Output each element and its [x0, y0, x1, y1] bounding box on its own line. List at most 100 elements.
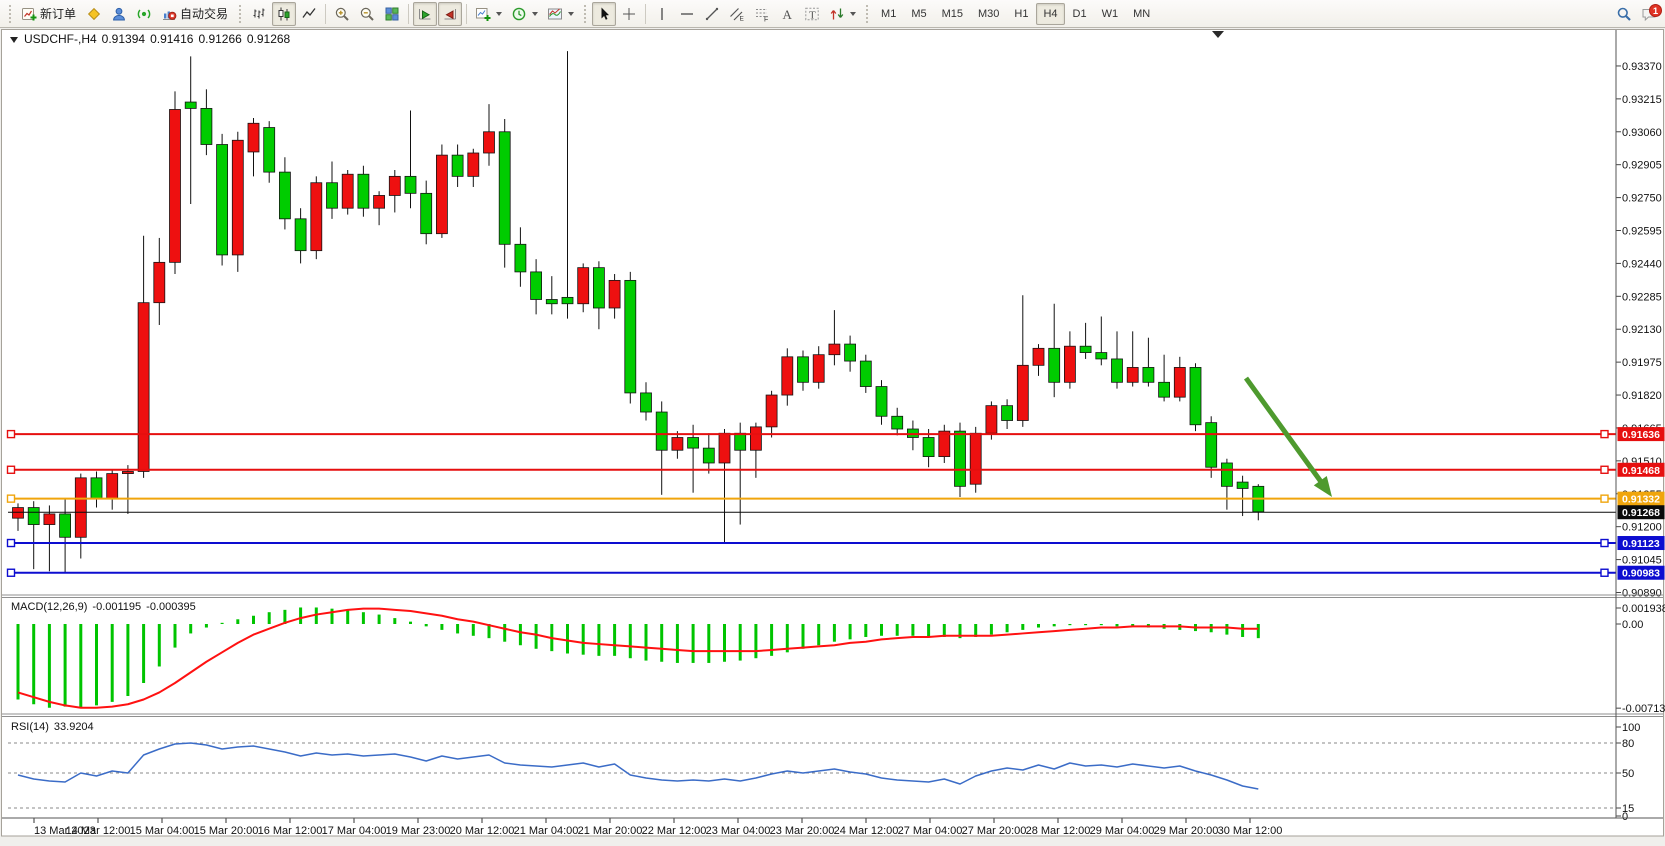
- timeframe-m5-button[interactable]: M5: [904, 3, 933, 25]
- candle-body: [766, 395, 777, 427]
- svg-text:T: T: [809, 9, 816, 21]
- bar-chart-mode-button[interactable]: [247, 2, 271, 26]
- search-button[interactable]: [1612, 2, 1636, 26]
- price-tick-label: 0.92595: [1622, 225, 1662, 237]
- new-chart-icon: [475, 6, 491, 22]
- line-handle[interactable]: [1601, 495, 1608, 502]
- autotrading-label: 自动交易: [180, 5, 229, 22]
- candle-body: [217, 145, 228, 255]
- new-chart-button[interactable]: [471, 2, 506, 26]
- dropdown-caret-icon: [568, 12, 574, 16]
- main-toolbar: 新订单 自动交易 EFA T M1M5M15M30H1H4D1W1MN 1: [0, 0, 1665, 28]
- chart-shift-icon: [442, 6, 458, 22]
- line-handle[interactable]: [8, 431, 15, 438]
- macd-indicator-label: MACD(12,26,9)-0.001195-0.000395: [11, 601, 196, 613]
- symbol-marker-icon: [10, 37, 18, 43]
- candle-body: [484, 132, 495, 153]
- price-tick-label: 0.92285: [1622, 291, 1662, 303]
- line-handle[interactable]: [8, 569, 15, 576]
- equidistant-channel-tool-button[interactable]: E: [725, 2, 749, 26]
- timeframe-m30-button[interactable]: M30: [971, 3, 1006, 25]
- fibonacci-tool-button[interactable]: F: [750, 2, 774, 26]
- toolbar-grip: [238, 4, 242, 24]
- auto-scroll-button[interactable]: [413, 2, 437, 26]
- candle-body: [562, 297, 573, 303]
- autotrading-button[interactable]: 自动交易: [157, 2, 233, 26]
- text-icon: A: [779, 6, 795, 22]
- line-chart-mode-button[interactable]: [297, 2, 321, 26]
- dropdown-caret-icon: [532, 12, 538, 16]
- candle-body: [279, 172, 290, 219]
- time-tick-label: 15 Mar 20:00: [194, 825, 259, 837]
- candle-body: [1206, 423, 1217, 468]
- line-handle[interactable]: [8, 466, 15, 473]
- price-tick-label: 0.91820: [1622, 390, 1662, 402]
- metaeditor-button[interactable]: [82, 2, 106, 26]
- timeframe-d1-button[interactable]: D1: [1066, 3, 1094, 25]
- line-handle[interactable]: [1601, 540, 1608, 547]
- candle-body: [60, 514, 71, 537]
- cursor-icon: [596, 6, 612, 22]
- macd-signal-value: -0.000395: [146, 601, 196, 613]
- candle-body: [672, 437, 683, 450]
- candle-body: [782, 357, 793, 395]
- chart-periods-button[interactable]: [507, 2, 542, 26]
- market-profile-button[interactable]: [107, 2, 131, 26]
- new-order-label: 新订单: [40, 5, 77, 22]
- candle-body: [1159, 382, 1170, 397]
- candle-body: [468, 153, 479, 176]
- timeframe-mn-button[interactable]: MN: [1126, 3, 1157, 25]
- macd-axis-label: 0.00: [1622, 619, 1643, 631]
- candle-body: [1143, 367, 1154, 382]
- price-tick-label: 0.91045: [1622, 555, 1662, 567]
- candle-body: [970, 433, 981, 484]
- trend-line-tool-button[interactable]: [700, 2, 724, 26]
- toolbar-separator: [466, 4, 467, 24]
- chart-title[interactable]: USDCHF-,H40.913940.914160.912660.91268: [10, 32, 290, 46]
- price-tick-label: 0.92750: [1622, 193, 1662, 205]
- tile-windows-button[interactable]: [380, 2, 404, 26]
- metaeditor-icon: [86, 6, 102, 22]
- label-icon: T: [804, 6, 820, 22]
- line-handle[interactable]: [8, 540, 15, 547]
- arrows-tool-button[interactable]: [825, 2, 860, 26]
- line-handle[interactable]: [1601, 431, 1608, 438]
- candle-body: [264, 128, 275, 173]
- cursor-tool-button[interactable]: [592, 2, 616, 26]
- candle-body: [546, 299, 557, 303]
- line-handle[interactable]: [1601, 569, 1608, 576]
- zoom-in-icon: [334, 6, 350, 22]
- candle-body: [1080, 346, 1091, 352]
- price-tick-label: 0.92440: [1622, 258, 1662, 270]
- line-handle[interactable]: [1601, 466, 1608, 473]
- text-label-tool-button[interactable]: T: [800, 2, 824, 26]
- horizontal-line-tool-button[interactable]: [675, 2, 699, 26]
- candle-body: [154, 262, 165, 302]
- zoom-in-button[interactable]: [330, 2, 354, 26]
- chat-button[interactable]: 1: [1637, 2, 1661, 26]
- timeframe-m15-button[interactable]: M15: [935, 3, 970, 25]
- line-handle[interactable]: [8, 495, 15, 502]
- new-order-button[interactable]: 新订单: [17, 2, 81, 26]
- chart-templates-button[interactable]: [543, 2, 578, 26]
- zoom-out-button[interactable]: [355, 2, 379, 26]
- candle-body: [829, 344, 840, 355]
- candle-body: [1064, 346, 1075, 382]
- timeframe-h4-button[interactable]: H4: [1036, 3, 1064, 25]
- toolbar-separator: [408, 4, 409, 24]
- candlestick-mode-button[interactable]: [272, 2, 296, 26]
- timeframe-w1-button[interactable]: W1: [1095, 3, 1126, 25]
- rsi-indicator-label: RSI(14)33.9204: [11, 721, 94, 733]
- timeframe-m1-button[interactable]: M1: [874, 3, 903, 25]
- text-tool-button[interactable]: A: [775, 2, 799, 26]
- tile-windows-icon: [384, 6, 400, 22]
- price-tick-label: 0.92130: [1622, 324, 1662, 336]
- toolbar-grip: [8, 4, 12, 24]
- timeframe-h1-button[interactable]: H1: [1007, 3, 1035, 25]
- candle-body: [1127, 367, 1138, 382]
- signals-button[interactable]: [132, 2, 156, 26]
- price-chart-canvas[interactable]: 0.933700.932150.930600.929050.927500.925…: [0, 28, 1665, 846]
- vertical-line-tool-button[interactable]: [650, 2, 674, 26]
- crosshair-tool-button[interactable]: [617, 2, 641, 26]
- chart-shift-button[interactable]: [438, 2, 462, 26]
